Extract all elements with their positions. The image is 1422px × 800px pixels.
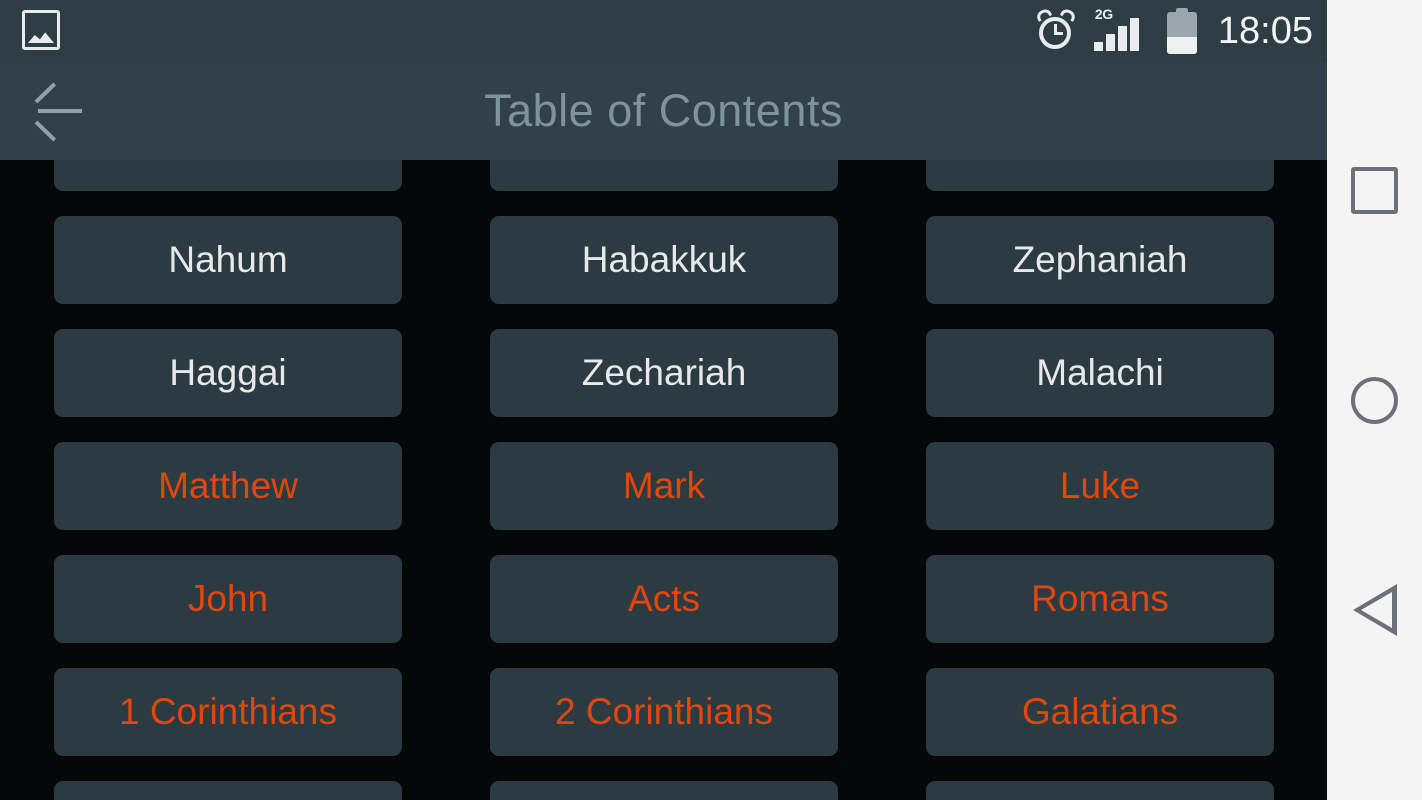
book-button[interactable]: 2 Corinthians [490,668,838,756]
image-icon [22,10,60,50]
book-button-label: Mark [622,465,706,506]
recent-apps-icon [1351,166,1398,214]
book-button-label: John [187,578,269,619]
status-bar: 2G 18:05 [0,0,1327,62]
book-button-label: 2 Corinthians [554,691,773,732]
book-button[interactable]: Philippians [490,781,838,800]
book-button[interactable]: Romans [926,555,1274,643]
book-button[interactable]: Mark [490,442,838,530]
back-button[interactable] [1327,570,1422,650]
book-button[interactable]: Acts [490,555,838,643]
page-title: Table of Contents [484,85,843,136]
book-button[interactable]: Zechariah [490,329,838,417]
book-button[interactable]: Malachi [926,329,1274,417]
book-button[interactable]: Colossians [926,781,1274,800]
app-title-bar: Table of Contents [0,62,1327,160]
android-navigation-bar [1327,0,1422,800]
book-button[interactable]: John [54,555,402,643]
book-button[interactable]: Nahum [54,216,402,304]
book-button[interactable]: 1 Corinthians [54,668,402,756]
book-button-label: Matthew [158,465,298,506]
book-button-label: Galatians [1021,691,1179,732]
book-button[interactable]: Micah [926,160,1274,191]
home-button[interactable] [1327,360,1422,440]
book-button-label: Jonah [614,160,715,168]
book-button-label: Obadiah [158,160,298,168]
book-button[interactable]: Ephesians [54,781,402,800]
book-button-label: Romans [1031,578,1169,619]
recent-apps-button[interactable] [1327,150,1422,230]
book-button-label: Malachi [1036,352,1164,393]
book-button[interactable]: Habakkuk [490,216,838,304]
book-button[interactable]: Luke [926,442,1274,530]
book-button-label: Habakkuk [581,239,747,280]
phone-screen: 2G 18:05 Table of Contents Obadiah Jonah M… [0,0,1327,800]
book-button-label: Nahum [168,239,288,280]
book-button-label: Micah [1051,160,1150,168]
book-button[interactable]: Zephaniah [926,216,1274,304]
book-button[interactable]: Obadiah [54,160,402,191]
battery-icon [1166,8,1197,54]
alarm-clock-icon [1034,7,1078,52]
book-button-label: 1 Corinthians [118,691,337,732]
book-button[interactable]: Galatians [926,668,1274,756]
book-button-label: Acts [628,578,700,619]
book-grid-scroll-area[interactable]: Obadiah Jonah Micah Nahum Habakkuk Zephaniah H… [0,160,1327,800]
book-grid: Obadiah Jonah Micah Nahum Habakkuk Zephaniah H… [0,160,1327,800]
book-button[interactable]: Matthew [54,442,402,530]
book-button[interactable]: Haggai [54,329,402,417]
screenshot-root: 2G 18:05 Table of Contents Obadiah Jonah M… [0,0,1422,800]
book-button-label: Luke [1059,465,1141,506]
book-button-label: Haggai [169,352,287,393]
status-bar-clock: 18:05 [1217,10,1313,52]
status-bar-system-icons: 2G 18:05 [1034,0,1313,62]
home-icon [1351,376,1398,424]
signal-bars-icon: 2G [1093,7,1150,53]
back-icon [1352,584,1397,636]
book-button-label: Zechariah [581,352,747,393]
book-button[interactable]: Jonah [490,160,838,191]
status-bar-notifications [22,10,60,50]
book-button-label: Zephaniah [1012,239,1188,280]
